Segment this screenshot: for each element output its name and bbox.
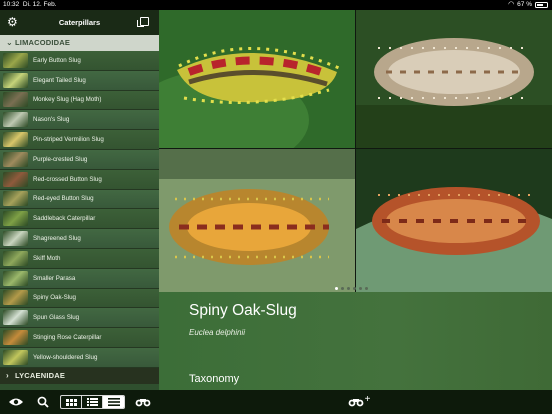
battery-icon (535, 2, 548, 8)
species-label: Yellow-shouldered Slug (33, 353, 98, 361)
species-label: Spun Glass Slug (33, 314, 80, 322)
species-list: Early Button Slug Elegant Tailed Slug Monk… (0, 51, 159, 368)
species-label: Stinging Rose Caterpillar (33, 334, 102, 342)
species-label: Spiny Oak-Slug (33, 294, 76, 302)
list-item[interactable]: Shagreened Slug (0, 229, 159, 249)
compact-list-icon[interactable] (82, 396, 103, 408)
page-dot[interactable] (365, 287, 368, 290)
view-mode-control[interactable] (60, 395, 125, 409)
species-label: Red-eyed Button Slug (33, 195, 94, 203)
species-label: Pin-striped Vermilion Slug (33, 136, 104, 144)
species-thumbnail (3, 270, 28, 286)
sidebar-header: ⚙ Caterpillars (0, 10, 159, 35)
species-thumbnail (3, 171, 28, 187)
species-thumbnail (3, 330, 28, 346)
page-dot[interactable] (335, 287, 338, 290)
list-item[interactable]: Nason's Slug (0, 110, 159, 131)
species-thumbnail (3, 72, 28, 88)
species-thumbnail (3, 290, 28, 306)
species-label: Red-crossed Button Slug (33, 175, 102, 183)
list-item[interactable]: Spiny Oak-Slug (0, 288, 159, 309)
binoculars-icon[interactable] (134, 394, 152, 410)
species-common-name: Spiny Oak-Slug (189, 302, 297, 319)
gallery-photo-4[interactable] (356, 149, 552, 292)
copy-icon[interactable] (137, 17, 149, 27)
species-thumbnail (3, 349, 28, 365)
group-header-lycaenidae[interactable]: › LYCAENIDAE (0, 367, 159, 384)
sidebar: ⚙ Caterpillars ⌄ LIMACODIDAE Early Button… (0, 10, 159, 390)
list-view-icon[interactable] (103, 396, 124, 408)
species-label: Monkey Slug (Hag Moth) (33, 96, 102, 104)
list-item[interactable]: Elegant Tailed Slug (0, 70, 159, 91)
species-thumbnail (3, 151, 28, 167)
species-scientific-name: Euclea delphinii (189, 328, 246, 337)
photo-gallery[interactable] (159, 10, 552, 292)
binoculars-add-button[interactable]: + (345, 394, 373, 410)
page-dot[interactable] (353, 287, 356, 290)
species-thumbnail (3, 250, 28, 266)
species-thumbnail (3, 191, 28, 207)
species-thumbnail (3, 92, 28, 108)
status-bar: 10:32 Di. 12. Feb. ◠ 67 % (0, 0, 552, 10)
wifi-icon: ◠ (508, 1, 515, 8)
gear-icon[interactable]: ⚙ (7, 16, 18, 28)
species-label: Early Button Slug (33, 56, 81, 64)
chevron-right-icon: › (6, 370, 9, 380)
species-thumbnail (3, 211, 28, 227)
species-label: Purple-crested Slug (33, 155, 88, 163)
list-item[interactable]: Red-eyed Button Slug (0, 189, 159, 210)
species-label: Elegant Tailed Slug (33, 76, 86, 84)
section-heading-taxonomy: Taxonomy (189, 373, 240, 385)
species-thumbnail (3, 310, 28, 326)
list-item[interactable]: Purple-crested Slug (0, 149, 159, 170)
species-label: Nason's Slug (33, 116, 70, 124)
gallery-photo-1[interactable] (159, 10, 355, 148)
sidebar-title: Caterpillars (58, 18, 101, 27)
species-label: Saddleback Caterpillar (33, 215, 96, 223)
species-label: Skiff Moth (33, 254, 61, 262)
group-label: LIMACODIDAE (15, 38, 71, 47)
plus-icon: + (364, 393, 371, 405)
bottom-toolbar: + (0, 390, 552, 414)
species-thumbnail (3, 112, 28, 128)
list-item[interactable]: Stinging Rose Caterpillar (0, 328, 159, 348)
group-header-limacodidae[interactable]: ⌄ LIMACODIDAE (0, 35, 159, 51)
group-label: LYCAENIDAE (15, 370, 66, 380)
list-item[interactable]: Smaller Parasa (0, 268, 159, 289)
species-label: Smaller Parasa (33, 274, 76, 282)
list-item[interactable]: Spun Glass Slug (0, 308, 159, 329)
grid-view-icon[interactable] (61, 396, 82, 408)
eye-icon[interactable] (8, 394, 24, 410)
list-item[interactable]: Red-crossed Button Slug (0, 169, 159, 190)
list-item[interactable]: Yellow-shouldered Slug (0, 347, 159, 368)
battery-percent: 67 % (517, 1, 532, 8)
search-icon[interactable] (36, 394, 50, 410)
species-thumbnail (3, 52, 28, 68)
list-item[interactable]: Early Button Slug (0, 51, 159, 71)
page-indicator[interactable] (335, 287, 368, 290)
page-dot[interactable] (341, 287, 344, 290)
detail-panel: Spiny Oak-Slug Euclea delphinii Taxonomy (159, 292, 552, 390)
list-item[interactable]: Monkey Slug (Hag Moth) (0, 90, 159, 111)
chevron-down-icon: ⌄ (6, 38, 13, 47)
species-thumbnail (3, 231, 28, 247)
list-item[interactable]: Skiff Moth (0, 248, 159, 269)
list-item[interactable]: Pin-striped Vermilion Slug (0, 130, 159, 150)
page-dot[interactable] (359, 287, 362, 290)
species-thumbnail (3, 132, 28, 148)
gallery-photo-3[interactable] (159, 149, 355, 292)
status-time-date: 10:32 Di. 12. Feb. (3, 1, 57, 8)
gallery-photo-2[interactable] (356, 10, 552, 148)
species-label: Shagreened Slug (33, 235, 81, 243)
list-item[interactable]: Saddleback Caterpillar (0, 209, 159, 230)
binoculars-icon (348, 399, 363, 407)
battery-level (537, 4, 544, 6)
page-dot[interactable] (347, 287, 350, 290)
